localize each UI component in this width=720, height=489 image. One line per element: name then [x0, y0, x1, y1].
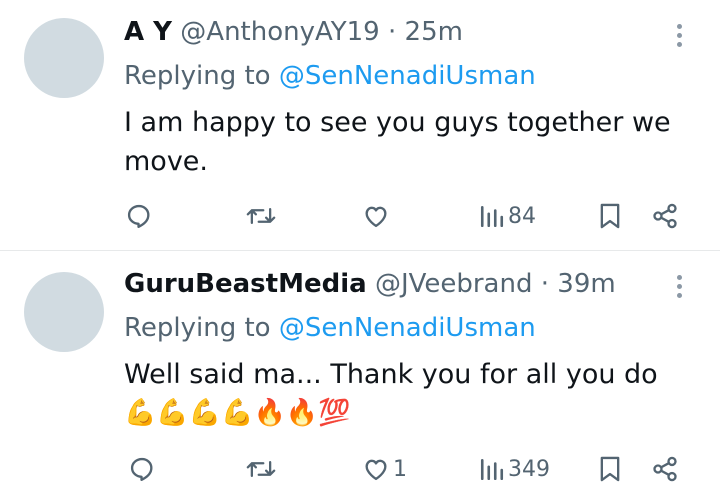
- action-bar: 84: [0, 196, 720, 236]
- mention-link[interactable]: @SenNenadiUsman: [279, 313, 536, 343]
- tweet-text: I am happy to see you guys together we m…: [124, 103, 684, 181]
- reply-icon: [130, 457, 153, 482]
- reply-icon: [127, 204, 150, 229]
- tweet-text-line: Well said ma... Thank you for all you do: [124, 359, 658, 390]
- like-button[interactable]: 1: [362, 449, 407, 489]
- bookmark-icon: [600, 203, 620, 229]
- views-icon: [480, 206, 504, 228]
- replying-label: Replying to: [124, 61, 271, 91]
- tweet-emojis: 💪💪💪💪🔥🔥💯: [124, 398, 351, 428]
- views-count: 84: [508, 203, 536, 229]
- display-name[interactable]: GuruBeastMedia: [124, 269, 367, 299]
- retweet-icon: [246, 208, 276, 224]
- action-bar: 1 349: [0, 449, 720, 489]
- share-button[interactable]: [651, 196, 679, 236]
- tweet-text: Well said ma... Thank you for all you do…: [124, 355, 684, 433]
- bookmark-icon: [600, 456, 620, 482]
- views-button[interactable]: 84: [479, 196, 536, 236]
- reply-button[interactable]: [128, 449, 156, 489]
- views-icon: [480, 459, 504, 481]
- tweet[interactable]: A Y @AnthonyAY19 · 25m Replying to @SenN…: [0, 0, 720, 250]
- more-icon[interactable]: [676, 24, 684, 51]
- timestamp[interactable]: 25m: [405, 17, 463, 47]
- avatar[interactable]: [24, 18, 104, 98]
- retweet-button[interactable]: [245, 196, 277, 236]
- mention-link[interactable]: @SenNenadiUsman: [279, 61, 536, 91]
- tweet-header: A Y @AnthonyAY19 · 25m: [124, 16, 463, 48]
- like-icon: [365, 459, 387, 481]
- separator: ·: [540, 269, 550, 299]
- tweet-text-line: I am happy to see you guys together we: [124, 107, 671, 138]
- retweet-icon: [246, 460, 276, 477]
- views-count: 349: [508, 456, 550, 482]
- like-button[interactable]: [362, 196, 390, 236]
- bookmark-button[interactable]: [597, 196, 623, 236]
- replying-to: Replying to @SenNenadiUsman: [124, 312, 536, 344]
- retweet-button[interactable]: [245, 449, 277, 489]
- user-handle[interactable]: @AnthonyAY19: [180, 17, 379, 47]
- display-name[interactable]: A Y: [124, 17, 172, 47]
- bookmark-button[interactable]: [597, 449, 623, 489]
- reply-button[interactable]: [125, 196, 153, 236]
- views-button[interactable]: 349: [479, 449, 550, 489]
- more-icon[interactable]: [676, 275, 684, 302]
- tweet-header: GuruBeastMedia @JVeebrand · 39m: [124, 268, 616, 300]
- replying-to: Replying to @SenNenadiUsman: [124, 60, 536, 92]
- separator: ·: [388, 17, 397, 47]
- tweet-text-line: move.: [124, 146, 208, 177]
- user-handle[interactable]: @JVeebrand: [375, 269, 533, 299]
- share-icon: [653, 456, 677, 482]
- timestamp[interactable]: 39m: [557, 269, 615, 299]
- tweet[interactable]: GuruBeastMedia @JVeebrand · 39m Replying…: [0, 251, 720, 484]
- share-icon: [653, 203, 677, 229]
- likes-count: 1: [393, 456, 407, 482]
- replying-label: Replying to: [124, 313, 271, 343]
- like-icon: [365, 206, 387, 228]
- share-button[interactable]: [651, 449, 679, 489]
- avatar[interactable]: [24, 272, 104, 352]
